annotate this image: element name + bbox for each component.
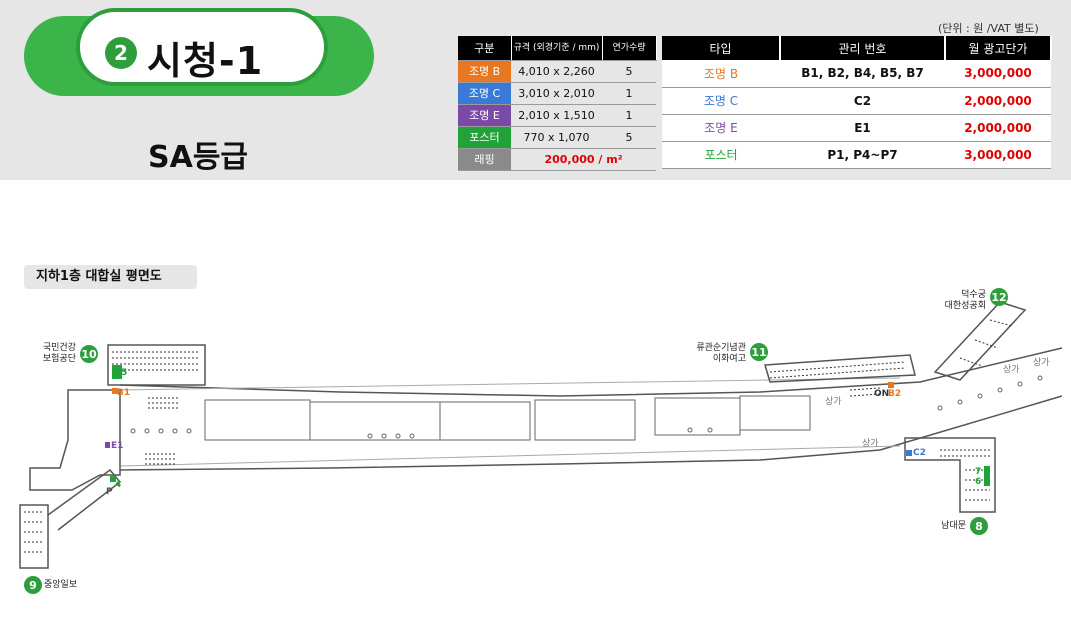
spec-header-qty: 연가수량 xyxy=(602,36,657,61)
exit-11-icon: 11 xyxy=(750,343,768,361)
table-row: 조명 C C2 2,000,000 xyxy=(662,87,1051,115)
ad-label-p: P xyxy=(106,487,113,497)
exit-11-name: 류관순기념관 이화여고 xyxy=(696,343,746,364)
price-table: 타입 관리 번호 월 광고단가 조명 B B1, B2, B4, B5, B7 … xyxy=(662,36,1052,169)
unit-note: (단위 : 원 /VAT 별도) xyxy=(938,22,1039,35)
floor-label: 지하1층 대합실 평면도 xyxy=(24,265,197,289)
ad-label-c2: C2 xyxy=(913,448,926,458)
wrap-label: 래핑 xyxy=(458,148,511,171)
table-row: 조명 C 3,010 x 2,010 1 xyxy=(458,82,656,105)
price-amount: 3,000,000 xyxy=(945,60,1051,88)
exit-10-icon: 10 xyxy=(80,345,98,363)
price-header-type: 타입 xyxy=(662,36,781,60)
station-title: 시청-1 xyxy=(147,39,264,83)
wrap-price: 200,000 / m² xyxy=(511,148,656,171)
ad-marker-e1 xyxy=(105,442,110,448)
exit-10-name: 국민건강 보험공단 xyxy=(42,343,76,364)
spec-size: 770 x 1,070 xyxy=(511,126,602,149)
price-amount: 2,000,000 xyxy=(945,87,1051,115)
grade-label: SA등급 xyxy=(148,140,249,175)
table-row: 포스터 P1, P4~P7 3,000,000 xyxy=(662,141,1051,169)
spec-type: 조명 E xyxy=(458,104,511,127)
spec-table: 구분 규격 (외경기준 / mm) 연가수량 조명 B 4,010 x 2,26… xyxy=(458,36,657,171)
shop-label: ON xyxy=(874,389,890,399)
exit-9-icon: 9 xyxy=(24,576,42,594)
spec-size: 3,010 x 2,010 xyxy=(511,82,602,105)
spec-header-type: 구분 xyxy=(458,36,512,61)
price-header-price: 월 광고단가 xyxy=(945,36,1052,60)
exit-12-name: 덕수궁 대한성공회 xyxy=(944,290,986,311)
shop-label: 상가 xyxy=(1033,358,1050,368)
ad-marker-p6-p7 xyxy=(984,466,990,486)
table-row: 조명 B 4,010 x 2,260 5 xyxy=(458,60,656,83)
ad-label-p4: 4 xyxy=(115,480,122,490)
shop-label: 상가 xyxy=(825,397,842,407)
spec-qty: 5 xyxy=(602,126,656,149)
header-panel: 2 시청-1 SA등급 (단위 : 원 /VAT 별도) 구분 규격 (외경기준… xyxy=(0,0,1071,180)
ad-label-p6: 6 xyxy=(975,477,982,487)
ad-label-b1: B1 xyxy=(117,388,131,398)
ad-marker-b2 xyxy=(888,382,894,388)
line-number-icon: 2 xyxy=(105,37,137,69)
exit-9-name: 중앙일보 xyxy=(44,580,78,590)
ad-label-p1: 1 xyxy=(113,368,120,378)
spec-qty: 1 xyxy=(602,82,656,105)
exit-12-icon: 12 xyxy=(990,288,1008,306)
ad-label-p5: 5 xyxy=(121,368,128,378)
price-type: 조명 B xyxy=(662,60,780,88)
exit-8-icon: 8 xyxy=(970,517,988,535)
table-row: 조명 E 2,010 x 1,510 1 xyxy=(458,104,656,127)
table-row: 조명 E E1 2,000,000 xyxy=(662,114,1051,142)
ad-label-p7: 7 xyxy=(975,467,982,477)
shop-label: 상가 xyxy=(1003,365,1020,375)
spec-size: 4,010 x 2,260 xyxy=(511,60,602,83)
spec-header-size: 규격 (외경기준 / mm) xyxy=(511,36,603,61)
price-code: E1 xyxy=(780,114,945,142)
price-type: 조명 E xyxy=(662,114,780,142)
shop-label: 상가 xyxy=(862,439,879,449)
ad-label-b2: B2 xyxy=(888,389,902,399)
price-code: B1, B2, B4, B5, B7 xyxy=(780,60,945,88)
price-header-code: 관리 번호 xyxy=(780,36,946,60)
price-amount: 3,000,000 xyxy=(945,141,1051,169)
spec-qty: 5 xyxy=(602,60,656,83)
spec-qty: 1 xyxy=(602,104,656,127)
table-row: 조명 B B1, B2, B4, B5, B7 3,000,000 xyxy=(662,60,1051,88)
concourse-bottom-wall xyxy=(119,395,1063,471)
ad-label-e1: E1 xyxy=(111,441,124,451)
price-code: P1, P4~P7 xyxy=(780,141,945,169)
price-amount: 2,000,000 xyxy=(945,114,1051,142)
ad-marker-c2 xyxy=(906,450,912,456)
exit-8-name: 남대문 xyxy=(941,521,966,531)
concourse-top-wall xyxy=(119,347,1063,397)
table-row: 래핑 200,000 / m² xyxy=(458,148,656,171)
floor-plan xyxy=(19,301,1063,569)
spec-size: 2,010 x 1,510 xyxy=(511,104,602,127)
spec-type: 포스터 xyxy=(458,126,511,149)
table-row: 포스터 770 x 1,070 5 xyxy=(458,126,656,149)
price-code: C2 xyxy=(780,87,945,115)
spec-type: 조명 B xyxy=(458,60,511,83)
spec-type: 조명 C xyxy=(458,82,511,105)
price-type: 조명 C xyxy=(662,87,780,115)
price-type: 포스터 xyxy=(662,141,780,169)
